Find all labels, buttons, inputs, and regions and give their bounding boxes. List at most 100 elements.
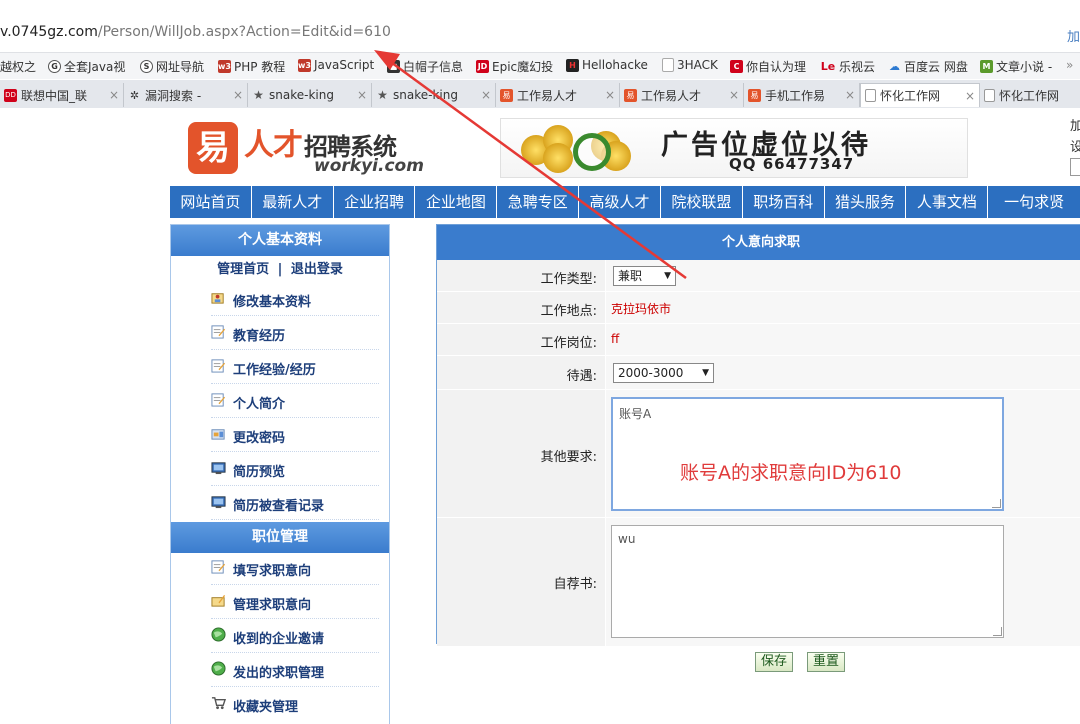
sidebar-item-manage-intent[interactable]: 管理求职意向 [171,587,389,621]
close-icon[interactable]: × [729,88,739,102]
bookmark-item[interactable]: w3 JavaScript [298,58,374,72]
tab-label: 联想中国_联 [21,88,88,103]
key-icon [211,429,225,440]
site-logo[interactable]: 易 人才招聘系统 workyi.com [188,118,448,178]
bookmark-item[interactable]: JD Epic魔幻投 [476,58,553,75]
manage-home-link[interactable]: 管理首页 [217,262,269,277]
sidebar-item-sent-applications[interactable]: 发出的求职管理 [171,655,389,689]
sidebar-item-label: 修改基本资料 [233,295,312,310]
resize-handle[interactable] [992,499,1001,508]
bookmark-item[interactable]: H Hellohacke [566,58,648,72]
bookmark-label: 3HACK [677,58,718,72]
browser-tab[interactable]: DD 联想中国_联 × [0,83,124,107]
form-row-other: 其他要求: 账号A [437,390,1080,518]
reset-button[interactable]: 重置 [807,652,846,672]
browser-tab-active[interactable]: 怀化工作网 × [860,83,980,107]
url-host: v.0745gz.com [0,24,98,40]
logout-link[interactable]: 退出登录 [291,262,343,277]
sidebar-item-received-invites[interactable]: 收到的企业邀请 [171,621,389,655]
position-label: 工作岗位: [540,336,597,351]
bookmark-item[interactable]: S 网址导航 [140,58,204,75]
le-icon: Le [820,60,836,73]
sidebar-item-fill-intent[interactable]: 填写求职意向 [171,553,389,587]
ad-qq: QQ 66477347 [729,155,855,173]
login-label: 加 [1070,119,1080,134]
nav-item-urgent[interactable]: 急聘专区 [497,186,580,218]
nav-item-company-jobs[interactable]: 企业招聘 [334,186,416,218]
bookmarks-overflow-icon[interactable]: » [1066,58,1073,72]
folder-edit-icon [211,594,226,607]
bookmark-item[interactable]: 越权之 [0,58,36,75]
close-icon[interactable]: × [109,88,119,102]
close-icon[interactable]: × [233,88,243,102]
job-type-select[interactable]: 兼职 ▼ [613,266,676,286]
form-row-location: 工作地点: 克拉玛依市 [437,292,1080,324]
sidebar-item-edit-profile[interactable]: 修改基本资料 [171,284,389,318]
nav-item-company-map[interactable]: 企业地图 [415,186,498,218]
nav-item-hr-docs[interactable]: 人事文档 [906,186,989,218]
tab-strip: DD 联想中国_联 × ✲ 漏洞搜索 - × ★ snake-king × ★ snake-k… [0,80,1080,109]
resize-handle[interactable] [993,627,1002,636]
close-icon[interactable]: × [845,88,855,102]
form-row-salary: 待遇: 2000-3000 ▼ [437,356,1080,390]
sidebar-item-resume-views[interactable]: 简历被查看记录 [171,488,389,522]
login-box-partial: 加 设 [1070,116,1080,176]
sidebar-item-label: 教育经历 [233,329,286,344]
sidebar-item-work-experience[interactable]: 工作经验/经历 [171,352,389,386]
nav-item-one-line[interactable]: 一句求贤 [988,186,1080,218]
self-recommendation-textarea[interactable]: wu [611,525,1004,638]
salary-select[interactable]: 2000-3000 ▼ [613,363,714,383]
job-intent-form: 个人意向求职 工作类型: 兼职 ▼ 工作地点: 克拉玛依市 工作岗位: ff 待遇… [436,224,1080,647]
close-icon[interactable]: × [357,88,367,102]
workyi-icon: 易 [500,88,513,102]
sidebar-item-resume-preview[interactable]: 简历预览 [171,454,389,488]
web-page: 易 人才招聘系统 workyi.com 广告位虚位以待 QQ 66477347 … [0,108,1080,724]
edit-icon [211,560,226,574]
bookmark-label: Hellohacke [582,58,648,72]
close-icon[interactable]: × [605,88,615,102]
browser-tab[interactable]: ★ snake-king × [248,83,372,107]
browser-tab[interactable]: 易手机工作易 × [744,83,860,107]
browser-tab[interactable]: 易工作易人才 × [620,83,744,107]
ad-banner[interactable]: 广告位虚位以待 QQ 66477347 [500,118,968,178]
bookmark-item[interactable]: Le 乐视云 [820,58,875,75]
browser-tab[interactable]: ✲ 漏洞搜索 - × [124,83,248,107]
nav-item-headhunter[interactable]: 猎头服务 [825,186,907,218]
save-button[interactable]: 保存 [755,652,794,672]
nav-item-colleges[interactable]: 院校联盟 [661,186,743,218]
nav-item-senior-talent[interactable]: 高级人才 [579,186,661,218]
nav-item-latest-talent[interactable]: 最新人才 [252,186,334,218]
bookmark-label: 你自认为理 [746,60,807,74]
bookmark-item[interactable]: w3 PHP 教程 [218,58,285,75]
sidebar-item-change-password[interactable]: 更改密码 [171,420,389,454]
browser-tab[interactable]: ★ snake-king × [372,83,496,107]
browser-tab[interactable]: 易工作易人才 × [496,83,620,107]
page-icon [662,58,674,72]
address-bar[interactable]: v.0745gz.com/Person/WillJob.aspx?Action=… [0,22,1080,47]
sidebar-item-label: 简历被查看记录 [233,499,325,514]
login-input[interactable] [1070,158,1080,176]
url-text[interactable]: v.0745gz.com/Person/WillJob.aspx?Action=… [0,24,391,40]
nav-item-career-wiki[interactable]: 职场百科 [743,186,825,218]
close-icon[interactable]: × [481,88,491,102]
form-cell [605,324,1080,355]
bookmark-item[interactable]: C 你自认为理 [730,58,806,75]
bookmark-item[interactable]: M 文章小说 - [980,58,1052,75]
browser-tab[interactable]: 怀化工作网 [980,83,1080,107]
bookmark-item[interactable]: 3HACK [662,58,718,72]
address-bar-right-text[interactable]: 加 [1067,26,1080,45]
bookmark-label: 白帽子信息 [403,60,464,74]
other-requirements-textarea[interactable]: 账号A [611,397,1004,511]
sidebar-item-personal-intro[interactable]: 个人简介 [171,386,389,420]
bookmark-item[interactable]: ☁ 百度云 网盘 [888,58,968,75]
w3-icon: w3 [218,60,231,73]
bookmark-item[interactable]: ■ 白帽子信息 [387,58,463,75]
main-nav: 网站首页 最新人才 企业招聘 企业地图 急聘专区 高级人才 院校联盟 职场百科 … [170,186,1080,218]
intro-label: 自荐书: [553,577,597,592]
sidebar-item-education[interactable]: 教育经历 [171,318,389,352]
bug-icon: ✲ [129,88,140,102]
bookmark-item[interactable]: G 全套Java视 [48,58,125,75]
tab-label: 工作易人才 [641,88,702,103]
close-icon[interactable]: × [965,89,975,103]
nav-item-home[interactable]: 网站首页 [170,186,252,218]
